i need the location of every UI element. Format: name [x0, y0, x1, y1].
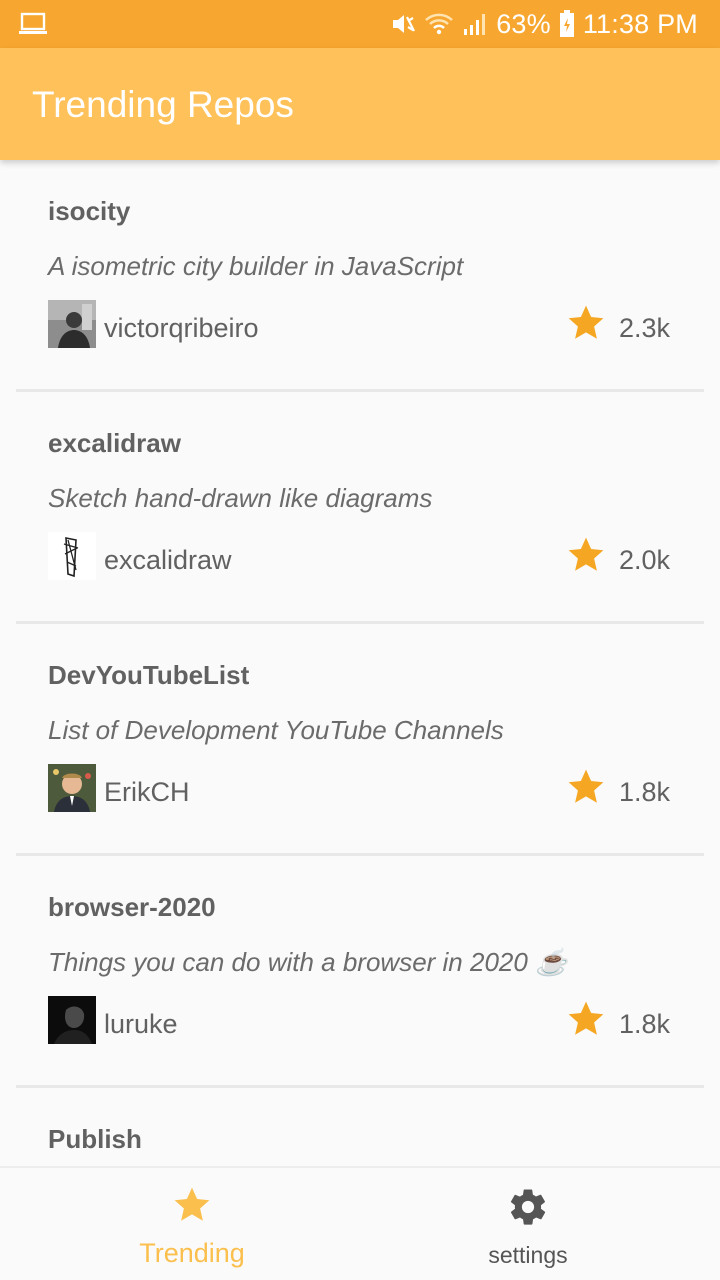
star-icon	[566, 768, 606, 811]
status-bar: 63% 11:38 PM	[0, 0, 720, 48]
repo-card[interactable]: DevYouTubeList List of Development YouTu…	[16, 624, 704, 856]
repo-card[interactable]: isocity A isometric city builder in Java…	[16, 160, 704, 392]
nav-settings[interactable]: settings	[348, 1168, 708, 1280]
mute-icon	[390, 11, 416, 37]
star-icon	[566, 536, 606, 579]
repo-name: isocity	[48, 196, 131, 226]
bottom-navigation: Trending settings	[0, 1166, 720, 1280]
wifi-icon	[424, 11, 454, 37]
repo-card[interactable]: Publish	[16, 1088, 704, 1166]
star-count: 1.8k	[619, 1009, 671, 1039]
star-icon	[566, 1000, 606, 1043]
repo-name: DevYouTubeList	[48, 660, 250, 690]
repo-card[interactable]: browser-2020 Things you can do with a br…	[16, 856, 704, 1088]
laptop-icon	[18, 12, 48, 41]
repo-name: browser-2020	[48, 892, 216, 922]
avatar	[48, 300, 96, 348]
repo-list[interactable]: isocity A isometric city builder in Java…	[0, 160, 720, 1166]
repo-owner: excalidraw	[104, 545, 232, 575]
clock: 11:38 PM	[582, 8, 698, 39]
repo-owner: luruke	[104, 1009, 178, 1039]
avatar	[48, 996, 96, 1044]
repo-description: Sketch hand-drawn like diagrams	[48, 483, 433, 513]
gear-icon	[507, 1186, 549, 1233]
avatar	[48, 532, 96, 580]
nav-settings-label: settings	[488, 1242, 568, 1268]
battery-percent: 63%	[496, 8, 551, 39]
repo-description: A isometric city builder in JavaScript	[48, 251, 464, 281]
star-icon	[566, 304, 606, 347]
repo-description: Things you can do with a browser in 2020…	[48, 947, 568, 977]
battery-icon	[559, 10, 575, 38]
repo-owner: ErikCH	[104, 777, 190, 807]
avatar	[48, 764, 96, 812]
repo-name: excalidraw	[48, 428, 181, 458]
nav-trending[interactable]: Trending	[12, 1168, 372, 1280]
star-count: 1.8k	[619, 777, 671, 807]
page-title: Trending Repos	[32, 84, 294, 125]
repo-name: Publish	[48, 1124, 142, 1154]
star-count: 2.0k	[619, 545, 671, 575]
signal-icon	[462, 11, 488, 37]
star-count: 2.3k	[619, 313, 671, 343]
repo-card[interactable]: excalidraw Sketch hand-drawn like diagra…	[16, 392, 704, 624]
app-bar: Trending Repos	[0, 48, 720, 160]
nav-trending-label: Trending	[139, 1238, 245, 1268]
repo-owner: victorqribeiro	[104, 313, 259, 343]
star-icon	[172, 1186, 212, 1229]
repo-description: List of Development YouTube Channels	[48, 715, 504, 745]
